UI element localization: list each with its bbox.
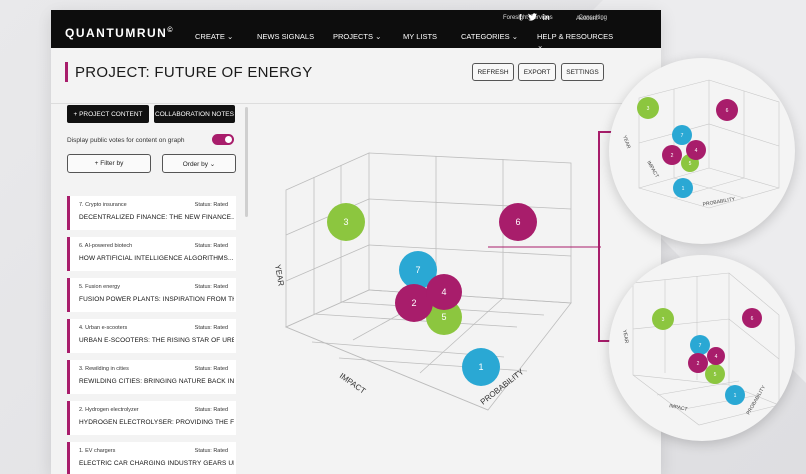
public-votes-toggle[interactable] <box>212 134 234 145</box>
bubble-chart-3d[interactable]: YEAR IMPACT PROBABILITY 3 6 1 5 7 2 4 <box>251 105 661 474</box>
card-status: Status: Rated <box>194 448 228 454</box>
filter-by-button[interactable]: + Filter by <box>67 154 151 173</box>
inset-bottom-bubble: 1 <box>734 393 737 399</box>
app-window: QUANTUMRUN© Foresight Services Consultin… <box>51 10 661 474</box>
sidebar-scrollbar[interactable] <box>245 107 248 217</box>
card-category: 1. EV chargers <box>79 448 116 454</box>
card-title: ELECTRIC CAR CHARGING INDUSTRY GEARS UP.… <box>79 460 234 467</box>
inset-bottom-bubble: 7 <box>699 343 702 349</box>
export-button[interactable]: EXPORT <box>518 63 556 81</box>
inset-bottom-impact: IMPACT <box>669 403 688 413</box>
inset-bottom-year: YEAR <box>621 329 629 344</box>
inset-bottom-bubble: 4 <box>715 354 718 360</box>
card-title: DECENTRALIZED FINANCE: THE NEW FINANCE..… <box>79 214 234 221</box>
inset-chart-bottom: YEAR IMPACT PROBABILITY 3 6 7 5 4 2 1 <box>621 272 780 426</box>
bubble-label: 4 <box>441 287 446 297</box>
order-by-dropdown[interactable]: Order by ⌄ <box>162 154 236 173</box>
bubble-6[interactable]: 6 <box>499 203 537 241</box>
inset-bottom-bubble: 3 <box>662 317 665 323</box>
list-item[interactable]: 2. Hydrogen electrolyzer Status: Rated H… <box>67 401 236 435</box>
account-menu[interactable]: Account ⌄ <box>576 15 604 22</box>
card-category: 3. Rewilding in cities <box>79 366 129 372</box>
inset-view-top[interactable]: YEAR IMPACT PROBABILITY 3 6 7 5 2 4 1 <box>609 58 795 244</box>
axis-label-year: YEAR <box>273 264 286 287</box>
card-title: URBAN E-SCOOTERS: THE RISING STAR OF URB… <box>79 337 234 344</box>
axis-label-impact: IMPACT <box>338 371 368 395</box>
inset-top-bubble: 6 <box>726 108 729 114</box>
inset-bottom-bubble: 2 <box>697 361 700 367</box>
card-category: 7. Crypto insurance <box>79 202 127 208</box>
card-status: Status: Rated <box>194 243 228 249</box>
page-title: PROJECT: FUTURE OF ENERGY <box>75 64 313 81</box>
bubble-4[interactable]: 4 <box>426 274 462 310</box>
inset-bottom-probability: PROBABILITY <box>746 384 768 416</box>
card-status: Status: Rated <box>194 202 228 208</box>
inset-bottom-bubble: 5 <box>714 372 717 378</box>
title-accent-bar <box>65 62 68 82</box>
card-category: 4. Urban e-scooters <box>79 325 128 331</box>
inset-view-bottom[interactable]: YEAR IMPACT PROBABILITY 3 6 7 5 4 2 1 <box>609 255 795 441</box>
inset-top-bubble: 5 <box>689 161 692 167</box>
facebook-icon[interactable]: f <box>519 13 522 23</box>
inset-top-impact: IMPACT <box>645 160 659 179</box>
list-item[interactable]: 1. EV chargers Status: Rated ELECTRIC CA… <box>67 442 236 474</box>
card-title: HOW ARTIFICIAL INTELLIGENCE ALGORITHMS..… <box>79 255 234 262</box>
card-title: FUSION POWER PLANTS: INSPIRATION FROM TH… <box>79 296 234 303</box>
inset-top-bubble: 1 <box>682 186 685 192</box>
bubble-label: 6 <box>515 217 520 227</box>
social-links: f in <box>519 13 550 23</box>
card-category: 5. Fusion energy <box>79 284 120 290</box>
card-category: 2. Hydrogen electrolyzer <box>79 407 139 413</box>
card-title: REWILDING CITIES: BRINGING NATURE BACK I… <box>79 378 234 385</box>
card-title: HYDROGEN ELECTROLYSER: PROVIDING THE FUE… <box>79 419 234 426</box>
top-navigation-bar: QUANTUMRUN© Foresight Services Consultin… <box>51 10 661 50</box>
bubble-label: 3 <box>343 217 348 227</box>
inset-top-bubble: 3 <box>647 106 650 112</box>
inset-bottom-bubble: 6 <box>751 316 754 322</box>
project-content-button[interactable]: + PROJECT CONTENT <box>67 105 149 123</box>
bubble-label: 2 <box>411 298 416 308</box>
list-item[interactable]: 5. Fusion energy Status: Rated FUSION PO… <box>67 278 236 312</box>
inset-top-bubble: 2 <box>671 153 674 159</box>
inset-top-bubble: 4 <box>695 148 698 154</box>
card-status: Status: Rated <box>194 284 228 290</box>
settings-button[interactable]: SETTINGS <box>561 63 604 81</box>
card-category: 6. AI-powered biotech <box>79 243 133 249</box>
inset-top-probability: PROBABILITY <box>702 196 736 208</box>
toggle-knob <box>225 136 232 143</box>
list-item[interactable]: 3. Rewilding in cities Status: Rated REW… <box>67 360 236 394</box>
bubble-3[interactable]: 3 <box>327 203 365 241</box>
inset-top-year: YEAR <box>621 135 631 150</box>
collaboration-notes-button[interactable]: COLLABORATION NOTES <box>154 105 235 123</box>
inset-connector-vertical <box>598 131 600 341</box>
bubble-1[interactable]: 1 <box>462 348 500 386</box>
linkedin-icon[interactable]: in <box>543 13 550 23</box>
list-item[interactable]: 7. Crypto insurance Status: Rated DECENT… <box>67 196 236 230</box>
inset-chart-top: YEAR IMPACT PROBABILITY 3 6 7 5 2 4 1 <box>621 79 780 209</box>
list-item[interactable]: 6. AI-powered biotech Status: Rated HOW … <box>67 237 236 271</box>
card-status: Status: Rated <box>194 325 228 331</box>
card-status: Status: Rated <box>194 407 228 413</box>
bubble-label: 1 <box>478 362 483 372</box>
card-status: Status: Rated <box>194 366 228 372</box>
twitter-icon[interactable] <box>527 13 537 23</box>
refresh-button[interactable]: REFRESH <box>472 63 514 81</box>
bubble-label: 7 <box>415 265 420 275</box>
project-header: PROJECT: FUTURE OF ENERGY REFRESH EXPORT… <box>51 48 661 104</box>
public-votes-toggle-label: Display public votes for content on grap… <box>67 137 185 144</box>
list-item[interactable]: 4. Urban e-scooters Status: Rated URBAN … <box>67 319 236 353</box>
bubble-label: 5 <box>441 312 446 322</box>
inset-top-bubble: 7 <box>681 133 684 139</box>
brand-logo[interactable]: QUANTUMRUN© <box>65 26 174 40</box>
